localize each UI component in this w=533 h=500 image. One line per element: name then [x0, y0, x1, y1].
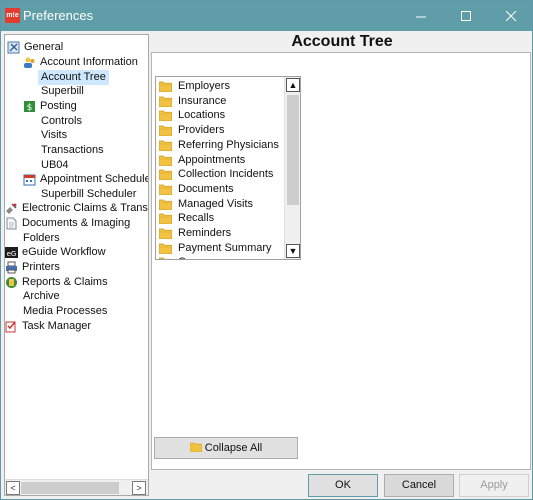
tree-item-label: Task Manager [22, 320, 92, 332]
satellite-icon [5, 202, 18, 215]
list-item-label: Payment Summary [178, 241, 272, 254]
tree-item-label: UB04 [41, 159, 69, 171]
scroll-left-button[interactable]: < [6, 481, 20, 495]
close-button[interactable] [489, 1, 533, 31]
title-bar: m!e Preferences [1, 1, 532, 31]
tree-item-label: Account Tree [38, 70, 109, 85]
tree-item-label: Folders [23, 232, 60, 244]
list-vertical-scrollbar[interactable]: ▲ ▼ [284, 77, 300, 259]
tree-item-label: Superbill [41, 85, 84, 97]
scroll-up-button[interactable]: ▲ [286, 78, 300, 92]
tree-item-label: Superbill Scheduler [41, 188, 137, 200]
list-item-label: Managed Visits [178, 197, 254, 210]
preferences-tree[interactable]: General Account Information Account Tree Su… [4, 34, 149, 496]
tree-item-label: General [24, 41, 64, 53]
folder-icon [158, 95, 173, 108]
list-item-label: Collection Incidents [178, 168, 274, 181]
list-item-label: Appointments [178, 153, 246, 166]
close-icon [505, 10, 516, 21]
folder-icon [158, 212, 173, 225]
posting-dollar-icon: $ [23, 100, 36, 113]
window-title: Preferences [23, 8, 94, 23]
tree-item-label: Appointment Scheduler [40, 173, 149, 185]
list-item-label: Cases [178, 255, 209, 259]
reports-icon [5, 276, 18, 289]
tree-horizontal-scrollbar[interactable]: < > [5, 479, 148, 495]
settings-tools-icon [7, 41, 20, 54]
list-item-label: Recalls [178, 212, 215, 225]
scroll-thumb[interactable] [21, 482, 119, 494]
tree-item-label: Visits [41, 129, 68, 141]
svg-text:$: $ [27, 103, 33, 113]
tree-item-label: Archive [23, 290, 60, 302]
list-item-label: Referring Physicians [178, 138, 279, 151]
tree-item-label: eGuide Workflow [22, 246, 106, 258]
printer-icon [5, 261, 18, 274]
folder-icon [158, 198, 173, 210]
folder-icon [158, 242, 173, 255]
maximize-icon [460, 10, 471, 21]
tree-item-label: Electronic Claims & Transmis [22, 202, 148, 214]
folder-icon [158, 154, 173, 166]
tree-item-label: Account Information [40, 56, 138, 68]
tree-item-label: Reports & Claims [22, 276, 108, 288]
list-item-label: Providers [178, 124, 225, 137]
tree-item-label: Controls [41, 115, 82, 127]
tree-item-label: Documents & Imaging [22, 217, 131, 229]
folder-icon [189, 442, 202, 452]
tree-item-label: Posting [40, 100, 77, 112]
app-logo-icon: m!e [5, 8, 20, 23]
apply-button[interactable]: Apply [459, 474, 529, 497]
ok-button[interactable]: OK [308, 474, 378, 497]
collapse-all-button[interactable]: Collapse All [154, 437, 298, 459]
eguide-icon: eG [5, 246, 18, 259]
list-item-label: Insurance [178, 94, 227, 107]
account-people-icon [23, 56, 36, 69]
list-item-label: Reminders [178, 227, 232, 239]
folder-icon [158, 80, 173, 93]
scroll-down-button[interactable]: ▼ [286, 244, 300, 258]
list-item-label: Employers [178, 80, 230, 92]
calendar-icon [23, 173, 36, 186]
list-scroll-thumb[interactable] [287, 95, 299, 205]
collapse-all-label: Collapse All [204, 442, 263, 454]
folder-icon [158, 139, 173, 152]
folder-icon [158, 109, 173, 122]
scroll-right-button[interactable]: > [132, 481, 146, 495]
minimize-button[interactable] [399, 1, 443, 31]
folder-icon [158, 256, 172, 259]
document-icon [5, 217, 18, 230]
tree-item-label: Transactions [41, 144, 104, 156]
maximize-button[interactable] [444, 1, 488, 31]
preferences-window: m!e Preferences General Account Informati… [0, 0, 533, 500]
cancel-button[interactable]: Cancel [384, 474, 454, 497]
folder-icon [158, 168, 173, 181]
svg-text:eG: eG [7, 250, 17, 258]
task-manager-icon [5, 320, 18, 333]
tree-item-label: Printers [22, 261, 60, 273]
list-item-label: Documents [178, 182, 234, 195]
folder-icon [158, 227, 173, 240]
list-item-label: Locations [178, 109, 226, 122]
folder-icon [158, 183, 173, 196]
page-title: Account Tree [291, 33, 393, 50]
minimize-icon [415, 16, 426, 17]
folder-icon [158, 124, 173, 137]
account-tree-list[interactable]: Employers Insurance Locations Providers Refe… [155, 76, 301, 260]
tree-item-label: Media Processes [23, 305, 108, 317]
